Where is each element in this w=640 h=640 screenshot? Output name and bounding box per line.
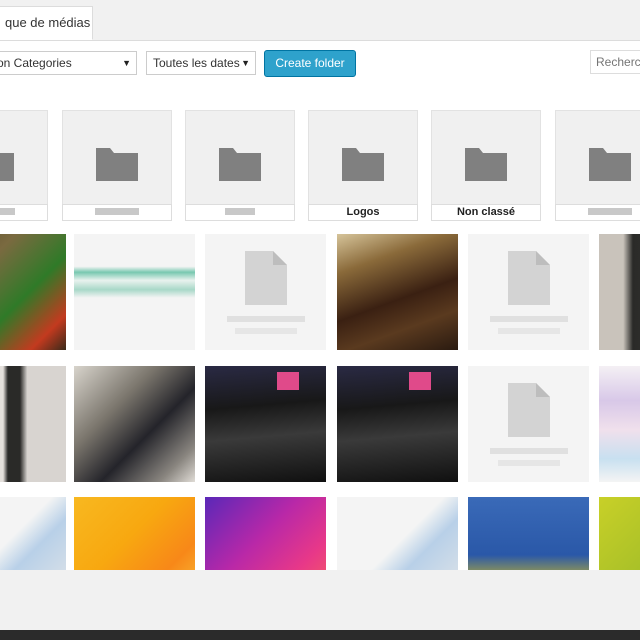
- os-taskbar: [0, 630, 640, 640]
- panel-footer: [0, 570, 640, 630]
- document-caption: [235, 328, 297, 334]
- category-filter-select[interactable]: on Categories ▼: [0, 51, 137, 75]
- document-caption: [498, 460, 560, 466]
- folder-icon: [589, 148, 631, 181]
- media-thumbnail[interactable]: [205, 234, 326, 350]
- document-caption: [498, 328, 560, 334]
- folder-tile-logos[interactable]: Logos: [308, 110, 418, 221]
- folder-label: Logos: [308, 204, 418, 221]
- folder-tile[interactable]: [0, 110, 48, 221]
- folder-label: [62, 204, 172, 221]
- folder-tile[interactable]: [185, 110, 295, 221]
- tab-media-library[interactable]: que de médias: [0, 6, 93, 40]
- folder-label: [185, 204, 295, 221]
- search-input[interactable]: [590, 50, 640, 74]
- media-thumbnail[interactable]: [337, 234, 458, 350]
- chevron-down-icon: ▼: [241, 58, 250, 68]
- folder-tile-non-classe[interactable]: Non classé: [431, 110, 541, 221]
- folder-label-redacted: [225, 207, 255, 215]
- date-filter-value: Toutes les dates: [153, 56, 240, 70]
- folder-icon: [96, 148, 138, 181]
- media-thumbnail[interactable]: [0, 497, 66, 570]
- folder-label: Non classé: [431, 204, 541, 221]
- folder-label-redacted: [95, 207, 139, 215]
- media-thumbnail[interactable]: [599, 234, 640, 350]
- create-folder-button[interactable]: Create folder: [264, 50, 356, 77]
- folder-tile[interactable]: [62, 110, 172, 221]
- folder-icon: [219, 148, 261, 181]
- folder-label: [555, 204, 640, 221]
- media-tabbar: que de médias: [0, 0, 640, 41]
- media-thumbnail[interactable]: [74, 234, 195, 350]
- media-thumbnail[interactable]: [0, 234, 66, 350]
- date-filter-select[interactable]: Toutes les dates ▼: [146, 51, 256, 75]
- media-thumbnail[interactable]: [205, 497, 326, 570]
- document-icon: [508, 383, 550, 437]
- folder-icon: [465, 148, 507, 181]
- document-icon: [245, 251, 287, 305]
- media-thumbnail[interactable]: [468, 366, 589, 482]
- media-thumbnail[interactable]: [337, 366, 458, 482]
- document-caption: [490, 448, 568, 454]
- folder-label-redacted: [588, 207, 632, 215]
- folder-label-redacted: [0, 207, 15, 215]
- media-thumbnail[interactable]: [74, 366, 195, 482]
- media-thumbnail[interactable]: [468, 497, 589, 570]
- media-thumbnail[interactable]: [205, 366, 326, 482]
- folder-tile[interactable]: [555, 110, 640, 221]
- media-thumbnail[interactable]: [0, 366, 66, 482]
- thumbnail-highlight: [277, 372, 299, 390]
- media-thumbnail[interactable]: [337, 497, 458, 570]
- document-caption: [227, 316, 305, 322]
- media-thumbnail[interactable]: [74, 497, 195, 570]
- media-thumbnail[interactable]: [599, 497, 640, 570]
- thumbnail-highlight: [409, 372, 431, 390]
- media-thumbnail[interactable]: [468, 234, 589, 350]
- document-icon: [508, 251, 550, 305]
- folder-icon: [342, 148, 384, 181]
- media-panel: on Categories ▼ Toutes les dates ▼ Creat…: [0, 41, 640, 570]
- media-thumbnail[interactable]: [599, 366, 640, 482]
- category-filter-value: on Categories: [0, 56, 72, 70]
- document-caption: [490, 316, 568, 322]
- folder-label: [0, 204, 48, 221]
- folder-icon: [0, 153, 14, 181]
- chevron-down-icon: ▼: [122, 58, 131, 68]
